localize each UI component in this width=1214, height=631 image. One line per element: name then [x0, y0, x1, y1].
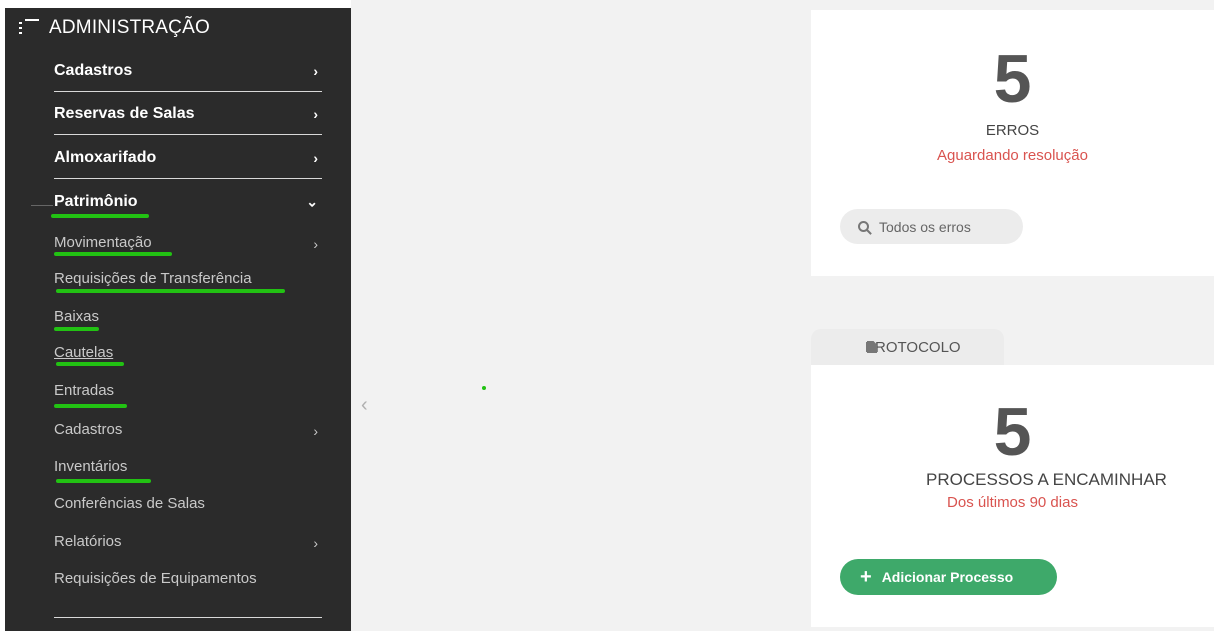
chevron-right-icon: ›	[313, 62, 318, 79]
sidebar-subitem-relatorios[interactable]: Relatórios ›	[54, 526, 322, 556]
errors-subtitle: Aguardando resolução	[937, 147, 1088, 164]
marker-dot	[482, 386, 486, 390]
list-icon	[19, 19, 39, 37]
sidebar-subitem-cadastros[interactable]: Cadastros ›	[54, 414, 322, 444]
sidebar-item-reservas-de-salas[interactable]: Reservas de Salas ›	[54, 93, 322, 135]
chevron-right-icon: ›	[313, 235, 318, 252]
sidebar-header-label: ADMINISTRAÇÃO	[49, 17, 210, 38]
sidebar-item-cadastros[interactable]: Cadastros ›	[54, 50, 322, 92]
highlight-underline	[56, 362, 124, 366]
protocol-title: PROCESSOS A ENCAMINHAR	[926, 470, 1167, 489]
chevron-right-icon: ›	[313, 149, 318, 166]
sidebar-subitem-requisicoes-de-equipamentos[interactable]: Requisições de Equipamentos	[54, 563, 322, 593]
protocol-subtitle: Dos últimos 90 dias	[947, 494, 1078, 511]
errors-card: 5 ERROS Aguardando resolução Todos os er…	[811, 10, 1214, 276]
chevron-right-icon: ›	[313, 422, 318, 439]
add-process-button[interactable]: + Adicionar Processo	[840, 559, 1057, 595]
highlight-underline	[54, 327, 99, 331]
collapse-sidebar-icon[interactable]: ‹	[361, 394, 368, 417]
chevron-down-icon: ⌄	[306, 193, 318, 210]
sidebar-subitem-inventarios[interactable]: Inventários	[54, 451, 322, 481]
divider	[54, 617, 322, 618]
plus-icon: +	[860, 566, 872, 588]
highlight-underline	[51, 214, 149, 218]
highlight-underline	[54, 404, 127, 408]
protocol-count: 5	[993, 394, 1032, 470]
all-errors-button[interactable]: Todos os erros	[840, 209, 1023, 244]
sidebar-header[interactable]: ADMINISTRAÇÃO	[19, 16, 210, 40]
sidebar-subitem-entradas[interactable]: Entradas	[54, 375, 322, 405]
protocol-card: 5 PROCESSOS A ENCAMINHAR Dos últimos 90 …	[811, 365, 1214, 627]
highlight-underline	[56, 479, 151, 483]
search-icon	[858, 221, 869, 232]
sidebar: ADMINISTRAÇÃO Cadastros › Reservas de Sa…	[5, 8, 351, 631]
sidebar-subitem-conferencias-de-salas[interactable]: Conferências de Salas	[54, 488, 322, 518]
tab-protocolo[interactable]: PROTOCOLO	[811, 329, 1004, 365]
divider	[31, 205, 53, 206]
highlight-underline	[54, 252, 172, 256]
errors-count: 5	[993, 41, 1032, 117]
chevron-right-icon: ›	[313, 105, 318, 122]
errors-title: ERROS	[985, 122, 1040, 139]
highlight-underline	[56, 289, 285, 293]
chevron-right-icon: ›	[313, 534, 318, 551]
sidebar-item-almoxarifado[interactable]: Almoxarifado ›	[54, 137, 322, 179]
content-gutter	[351, 0, 755, 631]
